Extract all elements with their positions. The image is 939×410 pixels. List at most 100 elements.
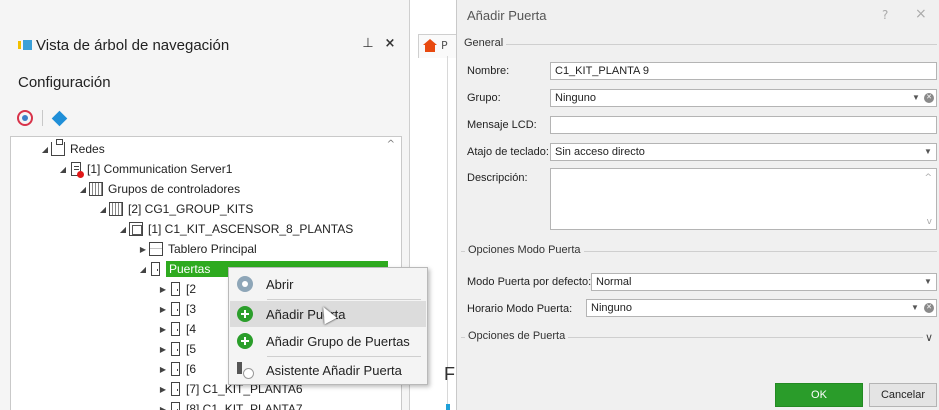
add-icon <box>237 306 253 322</box>
tree-node-tablero-principal[interactable]: ▶ Tablero Principal <box>137 239 257 259</box>
door-icon <box>171 322 180 336</box>
close-icon[interactable]: × <box>915 6 927 22</box>
section-modo-title: Opciones Modo Puerta <box>465 244 584 256</box>
background-text: F <box>444 364 455 384</box>
menu-item-abrir[interactable]: Abrir <box>230 271 426 297</box>
door-icon <box>171 402 180 410</box>
add-door-dialog: Añadir Puerta ? × General Nombre: C1_KIT… <box>456 0 939 410</box>
lcd-input[interactable] <box>550 116 937 134</box>
tree-toolbar <box>17 108 68 128</box>
dropdown-arrow-icon[interactable]: ▼ <box>910 301 920 315</box>
dropdown-arrow-icon[interactable]: ▼ <box>923 275 933 289</box>
background-accent <box>446 404 450 410</box>
tree-node-cg1-group-kits[interactable]: ◢ [2] CG1_GROUP_KITS <box>97 199 253 219</box>
tree-node-label: [6 <box>186 362 197 376</box>
section-divider <box>461 44 937 45</box>
tree-node-label: [8] C1_KIT_PLANTA7 <box>186 402 303 410</box>
tree-node-label: [1] Communication Server1 <box>87 162 233 176</box>
expander-icon[interactable]: ◢ <box>39 145 51 154</box>
network-icon <box>51 139 65 156</box>
tree-node-door[interactable]: ▶ [2 <box>157 279 196 299</box>
chevron-down-icon[interactable]: ∨ <box>925 331 933 344</box>
menu-item-anadir-grupo-puertas[interactable]: Añadir Grupo de Puertas <box>230 328 426 354</box>
panel-icon <box>149 242 163 256</box>
menu-item-asistente-anadir-puerta[interactable]: Asistente Añadir Puerta <box>230 357 426 383</box>
expander-icon[interactable]: ◢ <box>117 225 129 234</box>
atajo-value: Sin acceso directo <box>555 146 645 158</box>
dropdown-arrow-icon[interactable]: ▼ <box>911 91 921 105</box>
modo-defecto-select[interactable]: Normal ▼ <box>591 273 937 291</box>
wizard-icon <box>237 362 254 379</box>
refresh-icon[interactable] <box>17 110 33 126</box>
nombre-input[interactable]: C1_KIT_PLANTA 9 <box>550 62 937 80</box>
controller-icon <box>129 222 143 236</box>
door-icon <box>151 262 160 276</box>
tree-node-door[interactable]: ▶ [5 <box>157 339 196 359</box>
grupo-select[interactable]: Ninguno ▼ ✕ <box>550 89 937 107</box>
close-icon[interactable]: × <box>382 36 398 52</box>
collapse-icon[interactable] <box>51 110 68 126</box>
pin-icon[interactable]: ⊥ <box>360 36 376 52</box>
clear-icon[interactable]: ✕ <box>924 303 934 313</box>
menu-item-label: Añadir Grupo de Puertas <box>266 333 410 349</box>
tree-node-controller-groups[interactable]: ◢ Grupos de controladores <box>77 179 240 199</box>
controller-group-icon <box>89 182 103 196</box>
atajo-select[interactable]: Sin acceso directo ▼ <box>550 143 937 161</box>
tree-node-controller[interactable]: ◢ [1] C1_KIT_ASCENSOR_8_PLANTAS <box>117 219 353 239</box>
door-icon <box>171 382 180 396</box>
expander-icon[interactable]: ▶ <box>157 285 169 294</box>
home-tab[interactable]: P <box>418 34 458 58</box>
menu-item-label: Abrir <box>266 276 294 292</box>
cancel-button[interactable]: Cancelar <box>869 383 937 407</box>
expander-icon[interactable]: ◢ <box>57 165 69 174</box>
scroll-up-icon[interactable]: ^ <box>387 139 395 150</box>
tree-node-redes[interactable]: ◢ Redes <box>39 139 105 159</box>
clear-icon[interactable]: ✕ <box>924 93 934 103</box>
home-icon <box>423 39 437 53</box>
scroll-up-icon[interactable]: ^ <box>924 173 932 183</box>
context-menu: Abrir Añadir Puerta Añadir Grupo de Puer… <box>228 267 428 385</box>
dropdown-arrow-icon[interactable]: ▼ <box>923 145 933 159</box>
tree-node-communication-server[interactable]: ◢ [1] Communication Server1 <box>57 159 232 179</box>
expander-icon[interactable]: ▶ <box>157 365 169 374</box>
grupo-value: Ninguno <box>555 92 596 104</box>
tree-node-door[interactable]: ▶ [3 <box>157 299 196 319</box>
ok-button[interactable]: OK <box>775 383 863 407</box>
modo-defecto-value: Normal <box>596 276 632 288</box>
expander-icon[interactable]: ▶ <box>157 385 169 394</box>
expander-icon[interactable]: ▶ <box>137 245 149 254</box>
expander-icon[interactable]: ▶ <box>157 345 169 354</box>
horario-value: Ninguno <box>591 302 632 314</box>
toolbar-divider <box>42 110 43 126</box>
expander-icon[interactable]: ◢ <box>137 265 149 274</box>
section-general-title: General <box>461 37 507 49</box>
panel-title: Vista de árbol de navegación <box>36 36 230 54</box>
help-icon[interactable]: ? <box>882 8 888 22</box>
server-icon <box>71 162 84 178</box>
menu-divider <box>267 299 421 300</box>
scroll-down-icon[interactable]: v <box>927 217 932 227</box>
expander-icon[interactable]: ▶ <box>157 305 169 314</box>
tree-node-label: Redes <box>70 142 105 156</box>
expander-icon[interactable]: ◢ <box>77 185 89 194</box>
tree-node-label: [4 <box>186 322 197 336</box>
expander-icon[interactable]: ▶ <box>157 325 169 334</box>
door-icon <box>171 282 180 296</box>
expander-icon[interactable]: ▶ <box>157 405 169 410</box>
descripcion-textarea[interactable]: ^ v <box>550 168 937 230</box>
open-icon <box>237 276 253 292</box>
horario-label: Horario Modo Puerta: <box>467 303 573 315</box>
menu-item-label: Asistente Añadir Puerta <box>266 362 402 378</box>
tree-node-label: [1] C1_KIT_ASCENSOR_8_PLANTAS <box>148 222 354 236</box>
tree-node-door[interactable]: ▶ [4 <box>157 319 196 339</box>
descripcion-label: Descripción: <box>467 172 528 184</box>
add-icon <box>237 333 253 349</box>
horario-select[interactable]: Ninguno ▼ ✕ <box>586 299 937 317</box>
panel-header: Vista de árbol de navegación ⊥ × <box>8 30 402 60</box>
section-opciones-title[interactable]: Opciones de Puerta <box>465 330 569 342</box>
expander-icon[interactable]: ◢ <box>97 205 109 214</box>
controller-group-icon <box>109 202 123 216</box>
dialog-title: Añadir Puerta <box>467 8 547 23</box>
tree-node-door[interactable]: ▶ [8] C1_KIT_PLANTA7 <box>157 399 303 410</box>
tree-node-door[interactable]: ▶ [6 <box>157 359 196 379</box>
